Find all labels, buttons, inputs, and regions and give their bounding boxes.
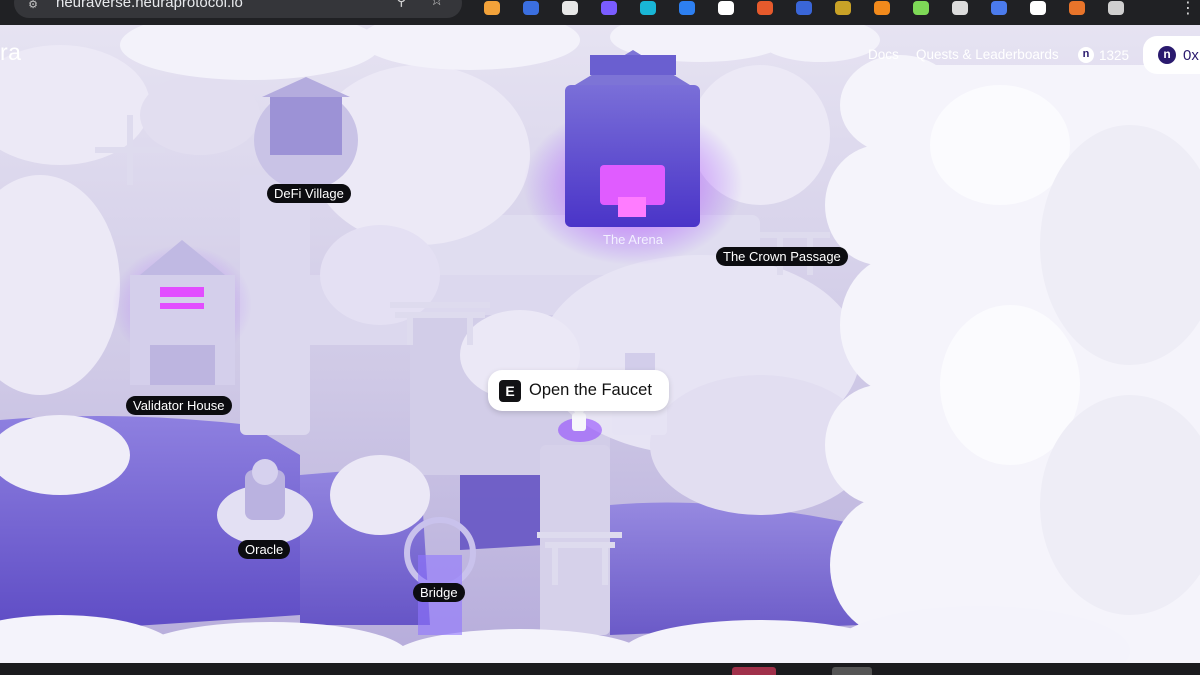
prompt-text: Open the Faucet [529, 381, 652, 399]
taskbar-app[interactable] [732, 667, 776, 675]
map-scene [0, 25, 1200, 663]
extension-icon[interactable] [952, 1, 968, 15]
neura-token-icon: n [1078, 47, 1094, 63]
address-bar[interactable]: ⚙ neuraverse.neuraprotocol.io ⚲ ☆ [14, 0, 462, 18]
location-label-the-crown-passage[interactable]: The Crown Passage [716, 247, 848, 266]
cloud-wall [825, 55, 1200, 663]
location-label-defi-village[interactable]: DeFi Village [267, 184, 351, 203]
address-bar-url[interactable]: neuraverse.neuraprotocol.io [56, 0, 243, 11]
extension-icon[interactable] [523, 1, 539, 15]
wallet-button[interactable]: n 0x [1143, 36, 1200, 74]
location-label-bridge[interactable]: Bridge [413, 583, 465, 602]
taskbar [0, 663, 1200, 675]
extension-icon[interactable] [640, 1, 656, 15]
docs-link[interactable]: Docs [868, 47, 899, 62]
extension-icon[interactable] [913, 1, 929, 15]
defi-village-building [254, 77, 358, 190]
location-label-oracle[interactable]: Oracle [238, 540, 291, 559]
extension-icon[interactable] [1069, 1, 1085, 15]
extension-icon[interactable] [1030, 1, 1046, 15]
extension-icon[interactable] [796, 1, 812, 15]
interaction-prompt[interactable]: E Open the Faucet [488, 370, 669, 411]
extension-icon[interactable] [601, 1, 617, 15]
browser-toolbar: ⚙ neuraverse.neuraprotocol.io ⚲ ☆ ⋮ [0, 0, 1200, 25]
extension-icon[interactable] [562, 1, 578, 15]
extension-icon[interactable] [484, 1, 500, 15]
neura-logo[interactable]: ra [0, 39, 21, 66]
points-value: 1325 [1099, 47, 1130, 63]
wallet-address: 0x [1183, 46, 1199, 64]
location-label-validator-house[interactable]: Validator House [126, 396, 232, 415]
extension-icon[interactable] [1108, 1, 1124, 15]
game-viewport[interactable]: ra Docs Quests & Leaderboards n 1325 n 0… [0, 25, 1200, 663]
extension-icon[interactable] [835, 1, 851, 15]
points-counter[interactable]: n 1325 [1078, 45, 1129, 65]
key-e-icon: E [499, 379, 521, 402]
extension-icon[interactable] [679, 1, 695, 15]
site-info-icon[interactable]: ⚙ [26, 0, 40, 12]
browser-menu-icon[interactable]: ⋮ [1180, 0, 1196, 18]
wallet-neura-icon: n [1158, 46, 1176, 64]
validator-house-building [112, 240, 252, 385]
extension-icon[interactable] [874, 1, 890, 15]
search-icon[interactable]: ⚲ [396, 0, 407, 9]
extension-icon[interactable] [991, 1, 1007, 15]
bookmark-star-icon[interactable]: ☆ [430, 0, 443, 9]
extension-icon[interactable] [718, 1, 734, 15]
location-label-the-arena[interactable]: The Arena [596, 230, 670, 249]
quests-leaderboards-link[interactable]: Quests & Leaderboards [916, 47, 1059, 62]
extension-icon[interactable] [757, 1, 773, 15]
taskbar-app[interactable] [832, 667, 872, 675]
